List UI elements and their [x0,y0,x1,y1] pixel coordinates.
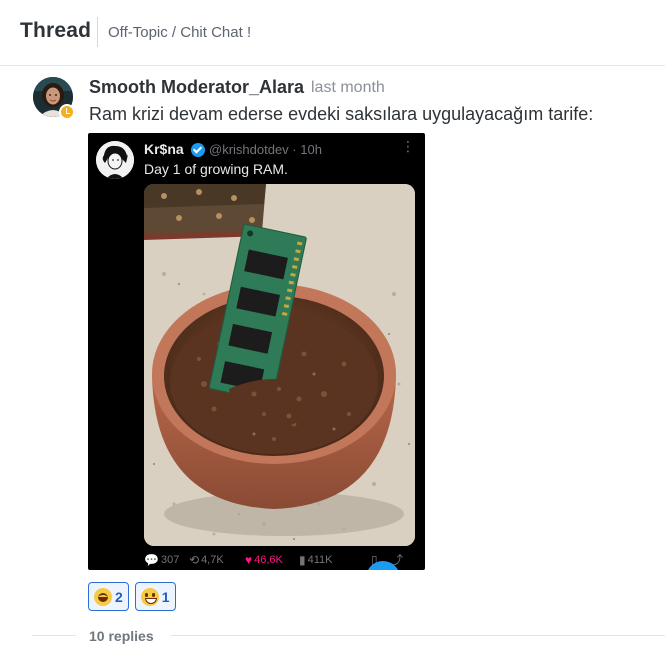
thread-header: Thread Off-Topic / Chit Chat ! [0,0,665,66]
verified-icon [191,143,205,157]
author-name[interactable]: Smooth Moderator_Alara [89,77,304,98]
reply-icon: 💬 [144,553,159,567]
tweet-text: Day 1 of growing RAM. [144,161,288,177]
replies-divider-left [32,635,76,636]
retweet-icon: ⟲ [189,553,200,567]
replies-stat: 💬 307 [144,554,179,566]
likes-count: 46,6K [254,554,283,566]
reaction-count: 2 [115,588,123,605]
tweet-avatar [96,141,134,179]
heart-icon: ♥ [245,553,253,567]
message-image-attachment[interactable]: Kr$na @krishdotdev · 10h ⋮ Day 1 of grow… [88,133,425,570]
message-timestamp[interactable]: last month [311,79,385,97]
channel-link[interactable]: Off-Topic / Chit Chat ! [108,24,251,41]
views-count: 411K [307,554,333,566]
reaction-count: 1 [161,588,170,605]
retweets-stat: ⟲ 4,7K [189,554,224,566]
views-stat: ▮ 411K [299,554,332,566]
laughing-emoji-icon [94,587,112,606]
reactions-bar: 2 1 [88,582,176,611]
ram-in-pot-photo [144,184,415,546]
replies-count-link[interactable]: 10 replies [89,628,154,644]
views-icon: ▮ [299,553,306,567]
tweet-author-name: Kr$na [144,141,184,157]
reaction-laughing[interactable]: 2 [88,582,129,611]
retweets-count: 4,7K [201,554,224,566]
header-divider [97,17,98,47]
status-icon [59,104,75,120]
likes-stat: ♥ 46,6K [245,554,283,566]
thread-title: Thread [20,19,92,42]
replies-divider-right [171,635,665,636]
grinning-emoji-icon [140,587,159,606]
reaction-grinning[interactable]: 1 [134,582,176,611]
replies-count: 307 [160,554,180,566]
tweet-handle: @krishdotdev · 10h [209,142,322,157]
message-text: Ram krizi devam ederse evdeki saksılara … [89,104,594,124]
more-icon: ⋮ [401,138,415,154]
